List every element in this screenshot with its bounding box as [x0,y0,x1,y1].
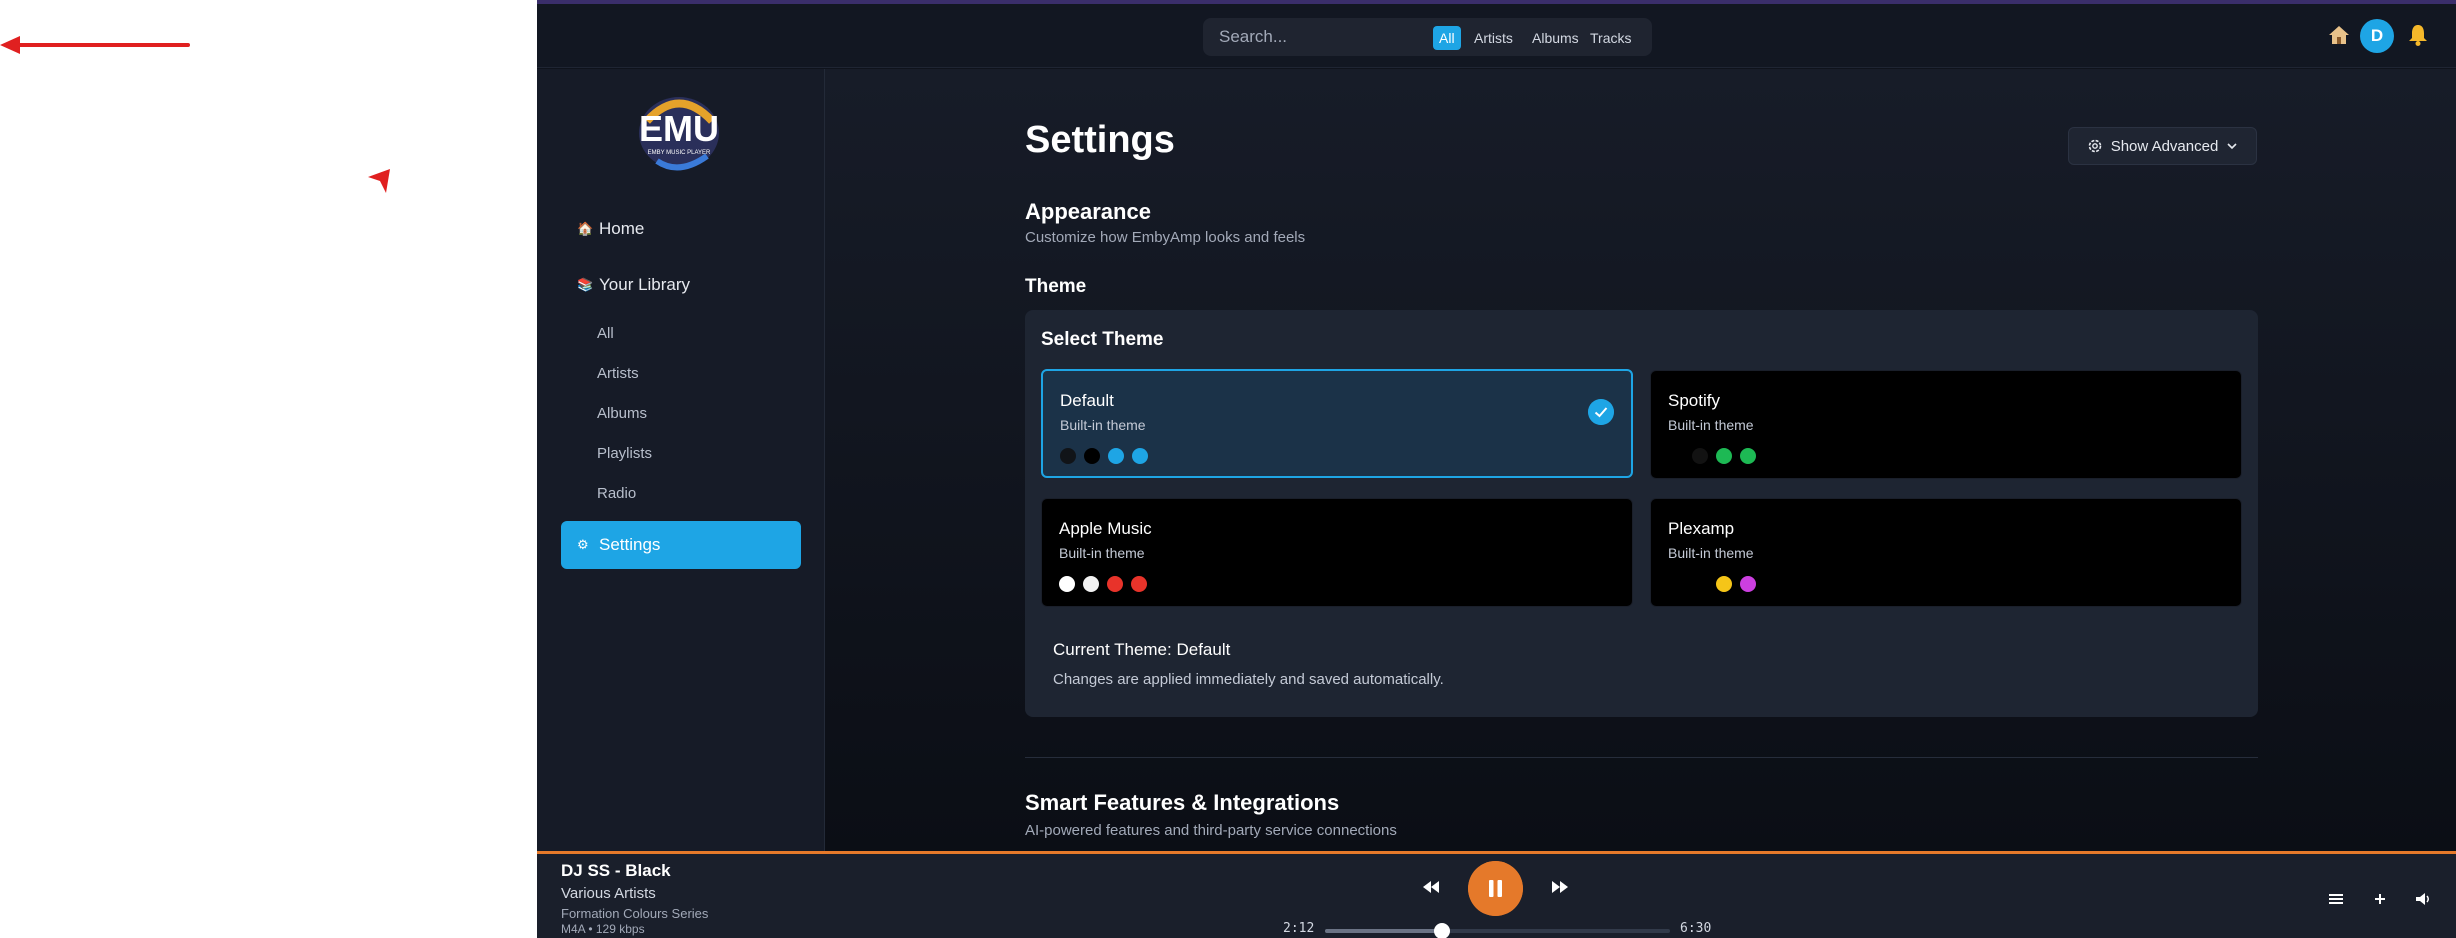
theme-card-spotify[interactable]: Spotify Built-in theme [1650,370,2242,479]
theme-name: Spotify [1668,391,1720,410]
theme-heading: Theme [1025,276,1087,297]
search-input[interactable] [1203,18,1423,56]
theme-color-dot [1083,576,1099,592]
select-theme-title: Select Theme [1041,329,1164,350]
books-icon: 📚 [577,277,594,292]
smart-features-description: AI-powered features and third-party serv… [1025,822,1397,839]
sidebar-item-label: Settings [599,535,661,554]
home-icon: 🏠 [577,221,594,236]
gear-icon [2088,139,2102,153]
theme-color-dot [1084,448,1100,464]
left-blank-area [0,0,537,938]
total-time: 6:30 [1680,921,1712,936]
theme-color-dot [1668,448,1684,464]
sidebar-subitem-playlists[interactable]: Playlists [597,445,652,462]
theme-subtitle: Built-in theme [1059,545,1145,561]
red-arrow-annotation [0,36,190,54]
sidebar-subitem-artists[interactable]: Artists [597,365,639,382]
theme-color-dots [1668,576,1756,592]
theme-subtitle: Built-in theme [1668,417,1754,433]
theme-name: Apple Music [1059,519,1152,538]
appearance-heading: Appearance [1025,199,1151,224]
sidebar-item-library[interactable]: 📚 Your Library [561,261,801,309]
theme-color-dots [1060,448,1148,464]
gear-icon: ⚙ [577,537,589,552]
sidebar-item-label: Your Library [599,275,691,294]
sidebar-subitem-radio[interactable]: Radio [597,485,636,502]
theme-color-dot [1059,576,1075,592]
theme-subtitle: Built-in theme [1060,417,1146,433]
check-icon [1588,399,1614,425]
theme-name: Default [1060,391,1114,410]
theme-color-dot [1716,448,1732,464]
theme-subtitle: Built-in theme [1668,545,1754,561]
theme-color-dot [1716,576,1732,592]
filter-artists[interactable]: Artists [1468,26,1519,50]
sidebar-item-label: Home [599,219,645,238]
theme-card-apple-music[interactable]: Apple Music Built-in theme [1041,498,1633,607]
current-time: 2:12 [1283,921,1315,936]
section-divider [1025,757,2258,758]
logo-text: EMU [639,108,719,149]
theme-name: Plexamp [1668,519,1735,538]
add-icon[interactable] [2371,891,2389,907]
pause-button[interactable] [1468,861,1523,916]
track-album[interactable]: Formation Colours Series [561,906,708,921]
theme-color-dot [1740,448,1756,464]
progress-fill [1325,929,1442,933]
app-window: All Artists Albums Tracks D EMU E [537,0,2456,938]
emu-logo[interactable]: EMU EMBY MUSIC PLAYER [632,91,726,171]
search-bar: All Artists Albums Tracks [1203,18,1652,56]
theme-color-dot [1060,448,1076,464]
filter-tracks[interactable]: Tracks [1584,26,1637,50]
player-bar: DJ SS - Black Various Artists Formation … [537,851,2456,938]
theme-color-dot [1107,576,1123,592]
theme-color-dot [1132,448,1148,464]
theme-color-dot [1131,576,1147,592]
page-title: Settings [1025,119,1175,161]
current-theme-note: Changes are applied immediately and save… [1053,671,1444,688]
theme-color-dot [1740,576,1756,592]
show-advanced-label: Show Advanced [2110,137,2219,155]
sidebar-subitem-all[interactable]: All [597,325,614,342]
progress-bar[interactable] [1325,923,1670,938]
sidebar-subitem-albums[interactable]: Albums [597,405,647,422]
sidebar-item-settings[interactable]: ⚙ Settings [561,521,801,569]
red-cursor-annotation [368,169,390,193]
theme-color-dot [1108,448,1124,464]
theme-color-dots [1668,448,1756,464]
theme-color-dots [1059,576,1147,592]
track-title[interactable]: DJ SS - Black [561,861,671,881]
volume-icon[interactable] [2414,891,2432,907]
logo-subtext: EMBY MUSIC PLAYER [648,150,711,156]
next-track-icon[interactable] [1550,879,1570,895]
smart-features-heading: Smart Features & Integrations [1025,790,1340,815]
show-advanced-button[interactable]: Show Advanced [2068,127,2257,165]
theme-panel: Select Theme Default Built-in theme Spot… [1025,310,2258,717]
home-icon[interactable] [2327,23,2351,47]
sidebar: EMU EMBY MUSIC PLAYER 🏠 Home 📚 Your Libr… [537,69,825,851]
chevron-down-icon [2227,143,2237,150]
user-avatar[interactable]: D [2360,19,2394,53]
theme-color-dot [1692,448,1708,464]
top-header: All Artists Albums Tracks D [537,4,2456,68]
previous-track-icon[interactable] [1421,879,1441,895]
progress-handle[interactable] [1433,923,1450,938]
bell-icon[interactable] [2406,23,2430,47]
theme-color-dot [1668,576,1684,592]
queue-icon[interactable] [2327,891,2345,907]
track-format: M4A • 129 kbps [561,922,645,936]
appearance-description: Customize how EmbyAmp looks and feels [1025,229,1306,246]
track-artist[interactable]: Various Artists [561,885,656,902]
filter-albums[interactable]: Albums [1526,26,1585,50]
theme-card-plexamp[interactable]: Plexamp Built-in theme [1650,498,2242,607]
theme-card-default[interactable]: Default Built-in theme [1041,369,1633,478]
filter-all[interactable]: All [1433,26,1461,50]
current-theme-label: Current Theme: Default [1053,640,1231,659]
sidebar-item-home[interactable]: 🏠 Home [561,205,801,253]
theme-color-dot [1692,576,1708,592]
main-content: Settings Show Advanced Appearance Custom… [825,69,2456,851]
